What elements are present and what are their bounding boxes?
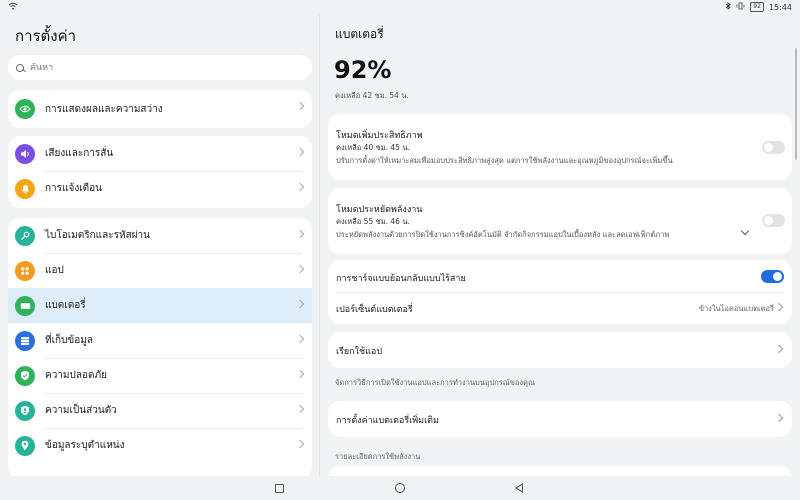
navigation-bar (0, 476, 800, 500)
settings-item-label: ความเป็นส่วนตัว (45, 405, 117, 416)
scrollbar[interactable] (795, 48, 797, 160)
key-icon (15, 225, 35, 246)
search-bar[interactable] (8, 55, 312, 80)
row-divider (336, 292, 784, 293)
page-title: แบตเตอรี่ (335, 27, 384, 41)
chevron-right-icon (774, 302, 784, 312)
settings-title: การตั้งค่า (15, 27, 77, 45)
battery-percentage-label[interactable]: เปอร์เซ็นต์แบตเตอรี่ (336, 302, 413, 316)
search-icon (16, 63, 24, 72)
search-input[interactable] (30, 62, 290, 73)
power-saving-mode-description: ประหยัดพลังงานด้วยการปิดใช้งานการซิงค์อั… (336, 230, 670, 239)
storage-icon (15, 330, 35, 351)
battery-remaining-time: คงเหลือ 42 ชม. 54 น. (335, 91, 409, 100)
settings-item-biometrics[interactable]: ไบโอเมตริกและรหัสผ่าน (8, 218, 312, 253)
settings-item-apps[interactable]: แอป (8, 253, 312, 288)
settings-item-notifications[interactable]: การแจ้งเตือน (8, 171, 312, 206)
charging-settings-card: การชาร์จแบบย้อนกลับแบบไร้สาย เปอร์เซ็นต์… (328, 260, 792, 324)
settings-item-label: การแจ้งเตือน (45, 183, 102, 194)
clock: 15:44 (768, 2, 792, 12)
settings-item-security[interactable]: ความปลอดภัย (8, 358, 312, 393)
app-launch-label: เรียกใช้แอป (336, 347, 383, 357)
settings-item-privacy[interactable]: ความเป็นส่วนตัว (8, 393, 312, 428)
settings-item-location[interactable]: ข้อมูลระบุตำแหน่ง (8, 428, 312, 463)
battery-level-badge: 92 (750, 2, 764, 12)
power-saving-mode-toggle[interactable] (762, 214, 785, 227)
chevron-right-icon (295, 404, 305, 414)
square-icon[interactable] (275, 484, 284, 493)
chevron-right-icon (295, 299, 305, 309)
chevron-right-icon (295, 369, 305, 379)
chevron-right-icon (295, 264, 305, 274)
location-icon (15, 435, 35, 456)
settings-group-display: การแสดงผลและความสว่าง (8, 90, 312, 128)
settings-group-system: ไบโอเมตริกและรหัสผ่าน แอป แบตเตอรี่ ที่เ… (8, 218, 312, 476)
reverse-wireless-charging-label: การชาร์จแบบย้อนกลับแบบไร้สาย (336, 274, 466, 284)
settings-item-label: ความปลอดภัย (45, 370, 107, 381)
privacy-icon (15, 400, 35, 421)
chevron-right-icon (774, 344, 784, 354)
reverse-wireless-charging-toggle[interactable] (761, 270, 784, 283)
battery-percent: 92% (334, 56, 392, 84)
settings-item-label: ไบโอเมตริกและรหัสผ่าน (45, 230, 151, 241)
battery-icon (15, 295, 35, 316)
settings-item-label: เสียงและการสั่น (45, 148, 114, 159)
chevron-right-icon (295, 147, 305, 157)
power-saving-mode-remaining: คงเหลือ 55 ชม. 46 น. (336, 217, 410, 226)
performance-mode-description: ปรับการตั้งค่าให้เหมาะสมเพื่อมอบประสิทธิ… (336, 156, 673, 165)
eye-icon (15, 99, 35, 119)
performance-mode-card[interactable]: โหมดเพิ่มประสิทธิภาพ คงเหลือ 40 ชม. 45 น… (328, 114, 792, 180)
expand-chevron-icon[interactable] (740, 226, 750, 236)
settings-item-storage[interactable]: ที่เก็บข้อมูล (8, 323, 312, 358)
circle-icon[interactable] (395, 483, 405, 493)
settings-group-sound: เสียงและการสั่น การแจ้งเตือน (8, 136, 312, 208)
power-saving-mode-card[interactable]: โหมดประหยัดพลังงาน คงเหลือ 55 ชม. 46 น. … (328, 188, 792, 254)
speaker-icon (15, 143, 35, 164)
status-bar: 92 15:44 (0, 0, 800, 14)
power-usage-card (328, 466, 792, 476)
settings-item-sound[interactable]: เสียงและการสั่น (8, 136, 312, 171)
more-battery-settings-label: การตั้งค่าแบตเตอรี่เพิ่มเติม (336, 416, 439, 426)
power-usage-details-heading: รายละเอียดการใช้พลังงาน (335, 452, 421, 461)
performance-mode-title: โหมดเพิ่มประสิทธิภาพ (336, 131, 423, 141)
battery-detail-pane: แบตเตอรี่ 92% คงเหลือ 42 ชม. 54 น. โหมดเ… (320, 14, 800, 476)
power-saving-mode-title: โหมดประหยัดพลังงาน (336, 205, 423, 215)
performance-mode-remaining: คงเหลือ 40 ชม. 45 น. (336, 143, 410, 152)
settings-list-pane: การตั้งค่า การแสดงผลและความสว่าง เสียงแล… (0, 14, 320, 476)
chevron-right-icon (295, 229, 305, 239)
app-launch-note: จัดการวิธีการเปิดใช้งานแอปและการทำงานบนอ… (335, 378, 536, 387)
wifi-icon (8, 2, 18, 12)
chevron-right-icon (774, 413, 784, 423)
settings-item-label: แอป (45, 265, 64, 276)
bluetooth-icon (725, 2, 732, 12)
settings-item-label: แบตเตอรี่ (45, 300, 86, 311)
performance-mode-toggle[interactable] (762, 141, 785, 154)
vibrate-icon (736, 2, 745, 12)
chevron-right-icon (295, 182, 305, 192)
settings-item-battery[interactable]: แบตเตอรี่ (8, 288, 312, 323)
shield-icon (15, 365, 35, 386)
apps-icon (15, 260, 35, 281)
chevron-right-icon (295, 439, 305, 449)
settings-item-display[interactable]: การแสดงผลและความสว่าง (8, 90, 312, 128)
settings-item-label: การแสดงผลและความสว่าง (45, 103, 163, 115)
settings-item-label: ข้อมูลระบุตำแหน่ง (45, 440, 125, 451)
more-battery-settings-card[interactable]: การตั้งค่าแบตเตอรี่เพิ่มเติม (328, 401, 792, 437)
app-launch-card[interactable]: เรียกใช้แอป (328, 332, 792, 368)
battery-percentage-value: ข้างในไอคอนแบตเตอรี่ (698, 304, 774, 313)
bell-icon (15, 178, 35, 199)
chevron-right-icon (295, 334, 305, 344)
triangle-icon[interactable] (515, 483, 523, 493)
settings-item-label: ที่เก็บข้อมูล (45, 335, 93, 346)
chevron-right-icon (295, 101, 305, 111)
